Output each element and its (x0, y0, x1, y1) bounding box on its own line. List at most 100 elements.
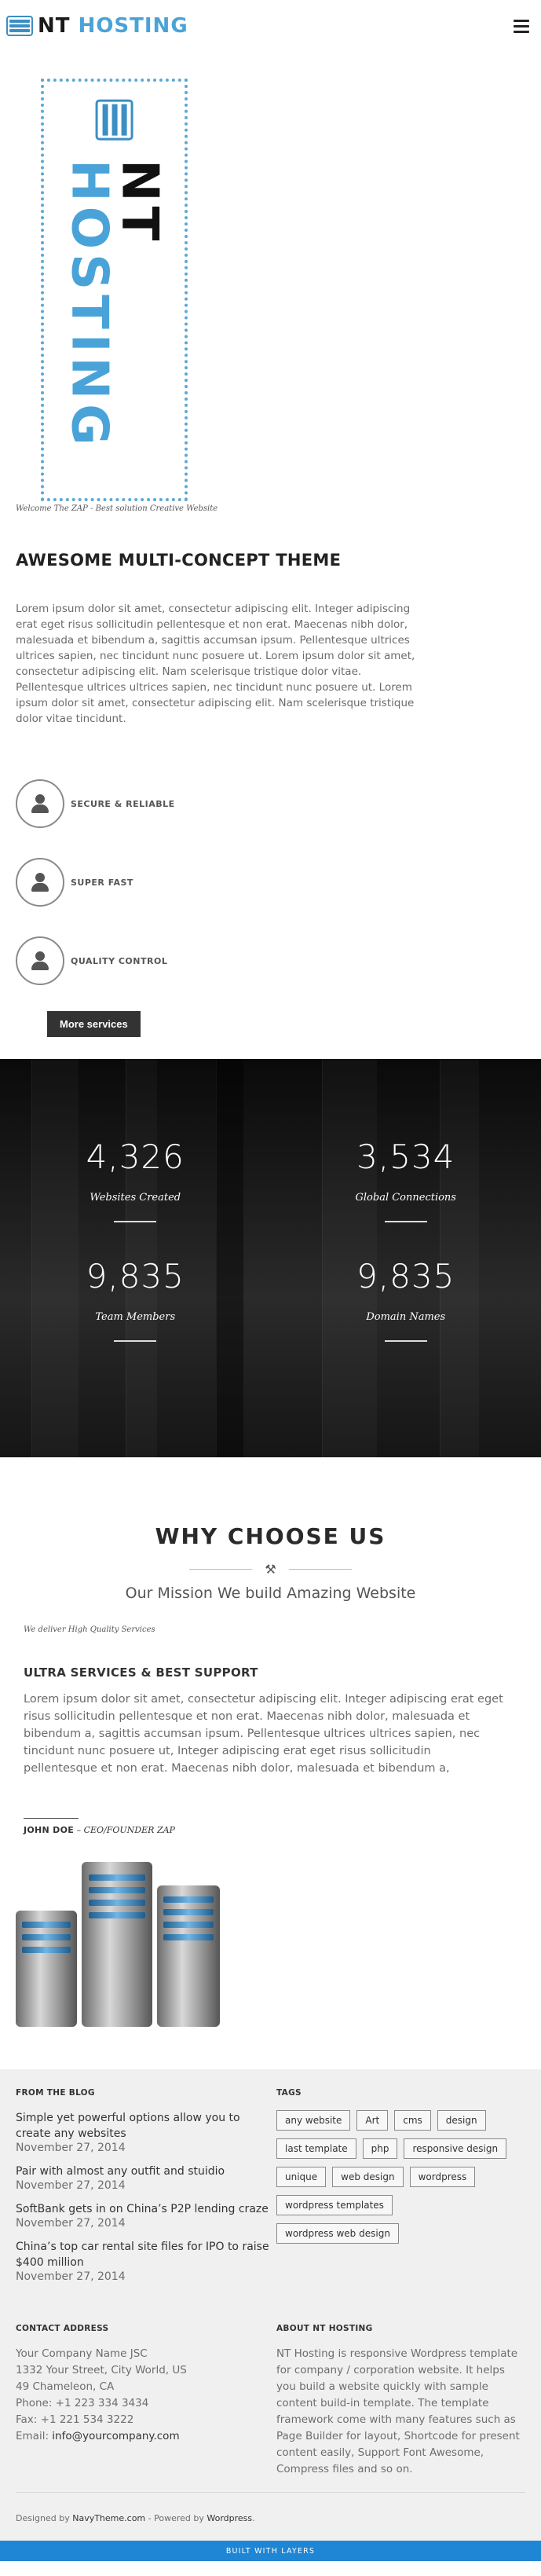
feature-label: SECURE & RELIABLE (71, 798, 175, 809)
logo-text: NT HOSTING (38, 14, 188, 38)
about-widget: ABOUT NT HOSTING NT Hosting is responsiv… (276, 2324, 525, 2478)
blog-item: Simple yet powerful options allow you to… (16, 2110, 276, 2154)
stat-item: 3,534 Global Connections (271, 1138, 541, 1222)
site-header: NT HOSTING (0, 0, 541, 52)
stat-label: Domain Names (366, 1311, 446, 1323)
feature-item: SUPER FAST (16, 857, 541, 907)
stat-item: 9,835 Domain Names (271, 1257, 541, 1342)
stat-item: 9,835 Team Members (0, 1257, 271, 1342)
blog-date: November 27, 2014 (16, 2179, 126, 2192)
tag-link[interactable]: unique (276, 2167, 327, 2187)
feature-item: QUALITY CONTROL (16, 936, 541, 986)
tag-link[interactable]: Art (356, 2110, 389, 2131)
designer-link[interactable]: NavyTheme.com (72, 2513, 145, 2523)
ultra-text: Lorem ipsum dolor sit amet, consectetur … (24, 1693, 503, 1775)
stat-divider (114, 1340, 157, 1342)
deliver-tagline: We deliver High Quality Services (24, 1625, 155, 1634)
why-choose-us-section: WHY CHOOSE US ⚒ Our Mission We build Ama… (0, 1457, 541, 1602)
banner-hosting: HOSTING (60, 159, 119, 450)
stat-label: Global Connections (355, 1192, 456, 1204)
tag-link[interactable]: wordpress templates (276, 2195, 393, 2215)
blog-link[interactable]: SoftBank gets in on China’s P2P lending … (16, 2201, 276, 2217)
tag-link[interactable]: last template (276, 2138, 356, 2159)
contact-widget: CONTACT ADDRESS Your Company Name JSC 13… (16, 2324, 276, 2478)
stat-number: 4,326 (86, 1138, 185, 1176)
wordpress-link[interactable]: Wordpress (207, 2513, 252, 2523)
feature-label: SUPER FAST (71, 877, 133, 888)
blog-heading: FROM THE BLOG (16, 2088, 95, 2098)
author-role: CEO/FOUNDER ZAP (83, 1825, 175, 1835)
tag-link[interactable]: php (362, 2138, 398, 2159)
why-title: WHY CHOOSE US (155, 1523, 386, 1549)
tag-link[interactable]: any website (276, 2110, 351, 2131)
site-logo[interactable]: NT HOSTING (6, 14, 188, 38)
stat-label: Team Members (95, 1311, 176, 1323)
blog-item: Pair with almost any outfit and stuidio … (16, 2164, 276, 2192)
stat-number: 9,835 (356, 1257, 455, 1295)
author-name: JOHN DOE (24, 1825, 75, 1835)
user-icon (31, 794, 49, 813)
footer-credits: Designed by NavyTheme.com - Powered by W… (16, 2492, 525, 2531)
credits-period: . (252, 2513, 255, 2523)
stat-number: 3,534 (356, 1138, 455, 1176)
powered-by-label: - Powered by (145, 2513, 207, 2523)
stat-label: Websites Created (90, 1192, 181, 1204)
contact-city: 49 Chameleon, CA (16, 2380, 115, 2393)
contact-fax: Fax: +1 221 534 3222 (16, 2413, 134, 2426)
built-with-layers-bar[interactable]: BUILT WITH LAYERS (0, 2541, 541, 2561)
banner-caption: Welcome The ZAP - Best solution Creative… (16, 504, 218, 513)
server-icon (6, 16, 33, 36)
tags-heading: TAGS (276, 2088, 302, 2098)
stat-divider (114, 1221, 157, 1222)
servers-image (16, 1859, 221, 2027)
feature-circle (16, 858, 64, 907)
contact-email: Email: info@yourcompany.com (16, 2428, 276, 2445)
blog-link[interactable]: Pair with almost any outfit and stuidio (16, 2164, 276, 2179)
contact-phone: Phone: +1 223 334 3434 (16, 2397, 149, 2409)
hero-title: AWESOME MULTI-CONCEPT THEME (16, 551, 342, 570)
ultra-title: ULTRA SERVICES & BEST SUPPORT (24, 1665, 258, 1680)
features-list: SECURE & RELIABLE SUPER FAST QUALITY CON… (16, 779, 541, 1037)
feature-circle (16, 936, 64, 985)
tag-link[interactable]: wordpress (409, 2167, 476, 2187)
hero-banner-image: NT HOSTING (41, 79, 188, 501)
stat-divider (384, 1340, 427, 1342)
author-credit: JOHN DOE – CEO/FOUNDER ZAP (24, 1825, 175, 1835)
hammer-icon: ⚒ (265, 1562, 276, 1577)
tags-widget: TAGS any website Art cms design last tem… (276, 2088, 525, 2292)
blog-date: November 27, 2014 (16, 2142, 126, 2154)
stat-number: 9,835 (86, 1257, 185, 1295)
banner-logo-text: NT HOSTING (60, 159, 169, 498)
tag-link[interactable]: cms (394, 2110, 431, 2131)
logo-hosting: HOSTING (78, 14, 188, 38)
blog-date: November 27, 2014 (16, 2270, 126, 2283)
blog-widget: FROM THE BLOG Simple yet powerful option… (16, 2088, 276, 2292)
tag-link[interactable]: responsive design (404, 2138, 507, 2159)
designed-by-label: Designed by (16, 2513, 73, 2523)
why-subtitle: Our Mission We build Amazing Website (125, 1585, 416, 1602)
why-divider: ⚒ (0, 1562, 541, 1577)
contact-heading: CONTACT ADDRESS (16, 2324, 109, 2333)
feature-item: SECURE & RELIABLE (16, 779, 541, 829)
tag-link[interactable]: web design (332, 2167, 404, 2187)
hamburger-icon[interactable] (508, 13, 535, 39)
more-services-button[interactable]: More services (47, 1011, 141, 1037)
blog-link[interactable]: China’s top car rental site files for IP… (16, 2239, 276, 2270)
tag-link[interactable]: wordpress web design (276, 2223, 399, 2244)
about-heading: ABOUT NT HOSTING (276, 2324, 373, 2333)
blog-date: November 27, 2014 (16, 2217, 126, 2230)
stat-item: 4,326 Websites Created (0, 1138, 271, 1222)
contact-street: 1332 Your Street, City World, US (16, 2364, 187, 2376)
blog-item: SoftBank gets in on China’s P2P lending … (16, 2201, 276, 2230)
email-label: Email: (16, 2430, 53, 2442)
tag-cloud: any website Art cms design last template… (276, 2110, 512, 2244)
blog-item: China’s top car rental site files for IP… (16, 2239, 276, 2283)
blog-link[interactable]: Simple yet powerful options allow you to… (16, 2110, 276, 2142)
hero-section: NT HOSTING Welcome The ZAP - Best soluti… (0, 52, 541, 513)
tag-link[interactable]: design (437, 2110, 486, 2131)
feature-label: QUALITY CONTROL (71, 955, 168, 966)
contact-company: Your Company Name JSC (16, 2347, 148, 2360)
server-icon (90, 99, 138, 141)
email-link[interactable]: info@yourcompany.com (52, 2430, 179, 2442)
banner-nt: NT (110, 159, 169, 246)
